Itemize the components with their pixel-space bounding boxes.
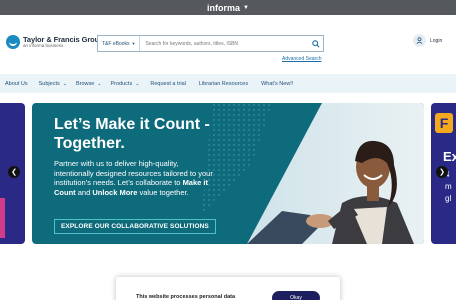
nav-label: Subjects [38,80,60,87]
chevron-left-icon: ❮ [11,169,17,176]
nav-browse[interactable]: Browse ⌄ [76,81,102,87]
nav-label: What's New!! [261,80,294,87]
main-nav: About Us Subjects ⌄ Browse ⌄ Products ⌄ … [0,74,456,93]
hero-slide[interactable]: Let’s Make it Count - Together. Partner … [32,103,424,244]
nav-products[interactable]: Products ⌄ [110,81,139,87]
carousel-next-button[interactable]: ❯ [436,166,448,178]
search-icon [312,39,320,48]
next-slide-badge: F [435,113,453,133]
chevron-down-icon: ▼ [131,41,136,46]
nav-request-trial[interactable]: Request a trial [150,81,185,87]
search-scope-label: T&F eBooks [102,40,130,47]
search-input[interactable] [140,36,309,51]
cookie-message: This website processes personal data [136,294,236,300]
nav-about-us[interactable]: About Us [5,81,28,87]
nav-label: Librarian Resources [198,80,249,87]
nav-librarian-resources[interactable]: Librarian Resources [199,81,248,87]
next-slide-heading: Ex [443,149,456,164]
login-label: Login [430,37,443,44]
nav-whats-new[interactable]: What's New!! [261,81,293,87]
chevron-down-icon: ⌄ [97,80,102,87]
logo-subtitle: an informa business [23,43,64,48]
hero-carousel: Let’s Make it Count - Together. Partner … [0,103,456,244]
hero-title: Let’s Make it Count - Together. [54,116,210,152]
caret-down-icon[interactable]: ▼ [243,5,249,11]
search-bar: T&F eBooks ▼ [97,35,324,52]
site-header: Taylor & Francis Group an informa busine… [0,15,456,73]
user-icon [413,34,426,47]
advanced-search-link[interactable]: Advanced Search [282,56,321,62]
tf-logo[interactable]: Taylor & Francis Group an informa busine… [6,35,104,49]
logo-name: Taylor & Francis Group [23,34,104,44]
nav-label: Products [110,80,133,87]
explore-solutions-button[interactable]: EXPLORE OUR COLLABORATIVE SOLUTIONS [54,219,216,234]
chevron-right-icon: ❯ [439,169,445,176]
chevron-down-icon: ⌄ [62,80,67,87]
search-button[interactable] [309,36,323,51]
cookie-okay-button[interactable]: Okay [272,291,320,300]
hero-body: Partner with us to deliver high-quality,… [54,159,213,197]
tf-logo-icon [6,35,20,49]
informa-brand[interactable]: informa [207,3,240,13]
carousel-prev-button[interactable]: ❮ [8,166,20,178]
informa-bar[interactable]: informa ▼ [0,0,456,15]
login-button[interactable]: Login [413,34,442,47]
search-scope-select[interactable]: T&F eBooks ▼ [98,36,141,51]
cookie-banner: This website processes personal data Oka… [116,277,340,300]
nav-label: Browse [75,80,95,87]
chevron-down-icon: ⌄ [135,80,140,87]
nav-label: About Us [5,80,28,87]
nav-label: Request a trial [150,80,186,87]
nav-subjects[interactable]: Subjects ⌄ [39,81,67,87]
